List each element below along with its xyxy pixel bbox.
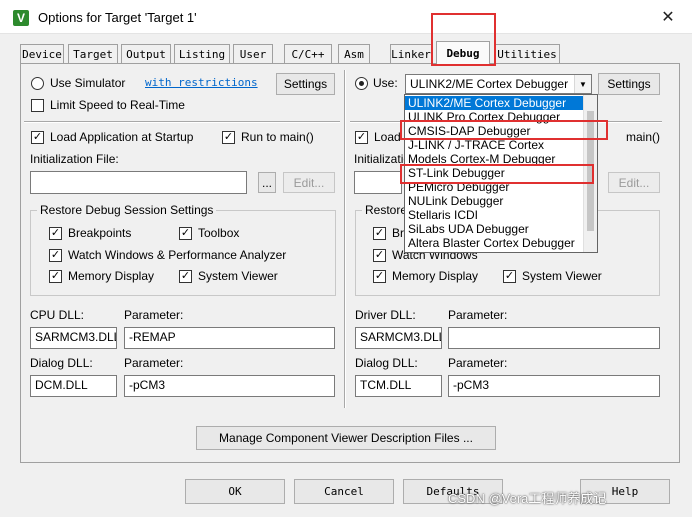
check-icon: ✓: [50, 249, 61, 261]
dropdown-item-altera[interactable]: Altera Blaster Cortex Debugger: [405, 236, 583, 250]
toolbox-checkbox[interactable]: ✓: [179, 227, 192, 240]
check-icon: ✓: [32, 131, 43, 143]
tab-listing[interactable]: Listing: [174, 44, 230, 63]
right-watch-windows-checkbox[interactable]: ✓: [373, 249, 386, 262]
load-app-checkbox[interactable]: ✓: [31, 131, 44, 144]
driver-param-label: Parameter:: [448, 308, 508, 322]
restore-settings-title: Restore Debug Session Settings: [37, 203, 217, 217]
right-dialog-dll-label: Dialog DLL:: [355, 356, 418, 370]
watch-windows-label: Watch Windows & Performance Analyzer: [68, 248, 287, 262]
debug-tab-highlight: [431, 13, 496, 66]
cmsis-dap-highlight: [400, 120, 608, 140]
window-title: Options for Target 'Target 1': [38, 10, 197, 25]
check-icon: ✓: [223, 131, 234, 143]
check-icon: ✓: [50, 227, 61, 239]
tab-c-cpp[interactable]: C/C++: [284, 44, 332, 63]
with-restrictions-link[interactable]: with restrictions: [145, 76, 258, 89]
load-app-label: Load Application at Startup: [50, 130, 194, 144]
run-to-main-label: Run to main(): [241, 130, 314, 144]
check-icon: ✓: [356, 131, 367, 143]
tab-target[interactable]: Target: [68, 44, 118, 63]
right-dialog-param-label: Parameter:: [448, 356, 508, 370]
init-file-edit-button[interactable]: Edit...: [283, 172, 335, 193]
init-file-label: Initialization File:: [30, 152, 119, 166]
app-icon: V: [13, 10, 29, 26]
debugger-select-value: ULINK2/ME Cortex Debugger: [410, 77, 569, 91]
check-icon: ✓: [504, 270, 515, 282]
dropdown-item-jlink[interactable]: J-LINK / J-TRACE Cortex: [405, 138, 583, 152]
st-link-highlight: [400, 164, 594, 184]
check-icon: ✓: [180, 270, 191, 282]
close-icon[interactable]: ✕: [656, 6, 680, 28]
left-dialog-dll-field[interactable]: DCM.DLL: [30, 375, 117, 397]
ok-button[interactable]: OK: [185, 479, 285, 504]
driver-dll-field[interactable]: SARMCM3.DLL: [355, 327, 442, 349]
cpu-dll-field[interactable]: SARMCM3.DLL: [30, 327, 117, 349]
use-simulator-label: Use Simulator: [50, 76, 126, 90]
left-dialog-param-label: Parameter:: [124, 356, 184, 370]
init-file-input[interactable]: [30, 171, 247, 194]
check-icon: ✓: [374, 227, 385, 239]
left-dialog-dll-label: Dialog DLL:: [30, 356, 93, 370]
tab-utilities[interactable]: Utilities: [494, 44, 560, 63]
check-icon: ✓: [374, 249, 385, 261]
right-run-to-main-label: main(): [626, 130, 661, 144]
breakpoints-checkbox[interactable]: ✓: [49, 227, 62, 240]
left-dialog-param-field[interactable]: -pCM3: [124, 375, 335, 397]
left-settings-button[interactable]: Settings: [276, 73, 335, 95]
cpu-dll-label: CPU DLL:: [30, 308, 85, 322]
manage-component-viewer-button[interactable]: Manage Component Viewer Description File…: [196, 426, 496, 450]
cancel-button[interactable]: Cancel: [294, 479, 394, 504]
system-viewer-checkbox[interactable]: ✓: [179, 270, 192, 283]
vertical-separator: [344, 70, 346, 408]
dropdown-item-silabs[interactable]: SiLabs UDA Debugger: [405, 222, 583, 236]
breakpoints-label: Breakpoints: [68, 226, 132, 240]
right-dialog-param-field[interactable]: -pCM3: [448, 375, 660, 397]
tab-linker[interactable]: Linker: [390, 44, 432, 63]
right-dialog-dll-field[interactable]: TCM.DLL: [355, 375, 442, 397]
tab-user[interactable]: User: [233, 44, 273, 63]
left-hsep: [24, 121, 340, 123]
right-system-viewer-checkbox[interactable]: ✓: [503, 270, 516, 283]
check-icon: ✓: [180, 227, 191, 239]
right-load-app-checkbox[interactable]: ✓: [355, 131, 368, 144]
right-init-file-input[interactable]: [354, 171, 402, 194]
cpu-param-label: Parameter:: [124, 308, 184, 322]
limit-speed-label: Limit Speed to Real-Time: [50, 98, 185, 112]
tab-output[interactable]: Output: [121, 44, 171, 63]
dropdown-item-ulink2[interactable]: ULINK2/ME Cortex Debugger: [405, 96, 583, 110]
system-viewer-label: System Viewer: [198, 269, 278, 283]
use-debugger-radio[interactable]: [355, 77, 368, 90]
memory-display-label: Memory Display: [68, 269, 155, 283]
driver-dll-label: Driver DLL:: [355, 308, 416, 322]
right-restore-settings-title: Restore: [362, 203, 411, 217]
init-file-browse-button[interactable]: ...: [258, 172, 276, 193]
right-memory-display-label: Memory Display: [392, 269, 479, 283]
driver-param-field[interactable]: [448, 327, 660, 349]
right-init-file-edit-button[interactable]: Edit...: [608, 172, 660, 193]
right-load-app-label: Load: [374, 130, 401, 144]
memory-display-checkbox[interactable]: ✓: [49, 270, 62, 283]
dropdown-item-nulink[interactable]: NULink Debugger: [405, 194, 583, 208]
debugger-select[interactable]: ULINK2/ME Cortex Debugger ▼: [405, 74, 592, 94]
check-icon: ✓: [50, 270, 61, 282]
use-simulator-radio[interactable]: [31, 77, 44, 90]
right-memory-display-checkbox[interactable]: ✓: [373, 270, 386, 283]
watermark: CSDN @Vera工程师养成记: [448, 491, 607, 506]
tab-device[interactable]: Device: [20, 44, 64, 63]
dropdown-item-stellaris[interactable]: Stellaris ICDI: [405, 208, 583, 222]
use-label: Use:: [373, 76, 398, 90]
toolbox-label: Toolbox: [198, 226, 240, 240]
right-system-viewer-label: System Viewer: [522, 269, 602, 283]
right-settings-button[interactable]: Settings: [598, 73, 660, 95]
right-breakpoints-checkbox[interactable]: ✓: [373, 227, 386, 240]
tab-asm[interactable]: Asm: [338, 44, 370, 63]
run-to-main-checkbox[interactable]: ✓: [222, 131, 235, 144]
limit-speed-checkbox[interactable]: [31, 99, 44, 112]
watch-windows-checkbox[interactable]: ✓: [49, 249, 62, 262]
check-icon: ✓: [374, 270, 385, 282]
chevron-down-icon[interactable]: ▼: [574, 75, 591, 93]
cpu-param-field[interactable]: -REMAP: [124, 327, 335, 349]
